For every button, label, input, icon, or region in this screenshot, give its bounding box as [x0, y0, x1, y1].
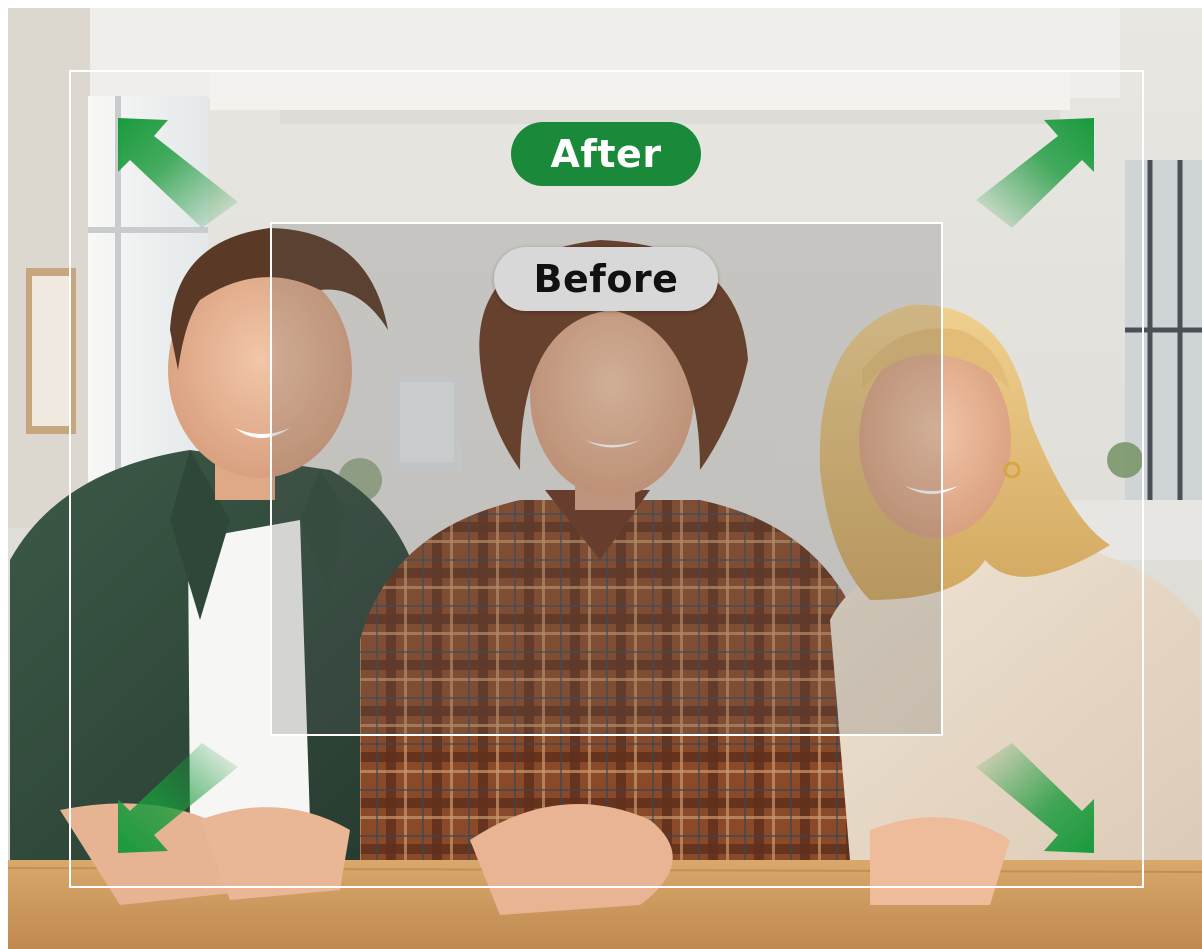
arrow-down-left-icon	[118, 743, 238, 853]
arrow-up-right-icon	[976, 118, 1094, 228]
arrow-up-left-icon	[118, 118, 238, 228]
arrow-down-right-icon	[976, 743, 1094, 853]
after-badge: After	[511, 122, 701, 186]
comparison-image: After Before	[0, 0, 1202, 949]
before-badge: Before	[494, 247, 718, 311]
